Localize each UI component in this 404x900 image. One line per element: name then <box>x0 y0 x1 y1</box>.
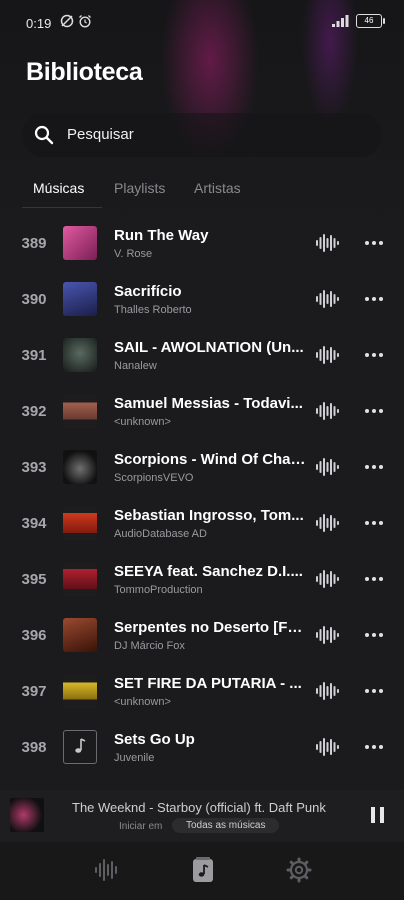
song-title: Sacrifício <box>114 283 182 300</box>
song-title: SEEYA feat. Sanchez D.I.... <box>114 563 303 580</box>
album-art-placeholder <box>63 730 97 764</box>
song-artist: Thalles Roberto <box>114 304 192 316</box>
song-row[interactable]: 391 SAIL - AWOLNATION (Un... Nanalew <box>0 327 404 383</box>
data-saver-icon <box>60 14 74 28</box>
album-art <box>63 450 97 484</box>
more-options-icon[interactable] <box>364 742 384 752</box>
more-options-icon[interactable] <box>364 406 384 416</box>
search-bar[interactable]: Pesquisar <box>22 113 382 157</box>
song-number: 395 <box>21 571 47 588</box>
song-row[interactable]: 394 Sebastian Ingrosso, Tom... AudioData… <box>0 495 404 551</box>
song-row[interactable]: 390 Sacrifício Thalles Roberto <box>0 271 404 327</box>
status-bar: 0:19 46 <box>0 0 404 44</box>
song-number: 397 <box>21 683 47 700</box>
music-note-icon <box>75 738 86 753</box>
now-playing-bar[interactable]: The Weeknd - Starboy (official) ft. Daft… <box>0 790 404 842</box>
battery-icon: 46 <box>356 14 385 28</box>
more-options-icon[interactable] <box>364 350 384 360</box>
song-title: Samuel Messias - Todavi... <box>114 395 303 412</box>
pause-icon[interactable] <box>368 804 388 826</box>
tab-artistas[interactable]: Artistas <box>194 180 241 196</box>
waveform-icon[interactable] <box>316 680 340 702</box>
song-number: 393 <box>21 459 47 476</box>
song-title: Serpentes no Deserto [Fer... <box>114 619 306 636</box>
song-number: 391 <box>21 347 47 364</box>
album-art <box>63 394 97 428</box>
song-number: 389 <box>21 235 47 252</box>
status-time: 0:19 <box>26 16 52 31</box>
song-artist: AudioDatabase AD <box>114 528 207 540</box>
more-options-icon[interactable] <box>364 518 384 528</box>
song-artist: <unknown> <box>114 416 171 428</box>
song-number: 398 <box>21 739 47 756</box>
song-title: SET FIRE DA PUTARIA - ... <box>114 675 302 692</box>
more-options-icon[interactable] <box>364 294 384 304</box>
song-row[interactable]: 398 Sets Go Up Juvenile <box>0 719 404 775</box>
page-title: Biblioteca <box>26 58 143 86</box>
album-art <box>63 562 97 596</box>
album-art <box>63 226 97 260</box>
song-title: Scorpions - Wind Of Chan... <box>114 451 306 468</box>
waveform-icon[interactable] <box>316 568 340 590</box>
album-art <box>63 674 97 708</box>
song-artist: Nanalew <box>114 360 157 372</box>
tab-divider <box>22 207 102 208</box>
waveform-icon[interactable] <box>316 736 340 758</box>
album-art <box>63 506 97 540</box>
waveform-icon[interactable] <box>316 624 340 646</box>
more-options-icon[interactable] <box>364 238 384 248</box>
album-art <box>63 338 97 372</box>
now-playing-subtitle: Iniciar em <box>119 821 163 832</box>
song-artist: TommoProduction <box>114 584 203 596</box>
song-number: 396 <box>21 627 47 644</box>
song-number: 392 <box>21 403 47 420</box>
more-options-icon[interactable] <box>364 686 384 696</box>
search-input[interactable]: Pesquisar <box>67 126 134 143</box>
song-title: Sebastian Ingrosso, Tom... <box>114 507 304 524</box>
alarm-icon <box>79 15 91 28</box>
song-row[interactable]: 395 SEEYA feat. Sanchez D.I.... TommoPro… <box>0 551 404 607</box>
waveform-icon[interactable] <box>316 456 340 478</box>
song-title: Run The Way <box>114 227 209 244</box>
song-list: 389 Run The Way V. Rose 390 Sacrifício T… <box>0 215 404 790</box>
song-number: 390 <box>21 291 47 308</box>
waveform-icon[interactable] <box>316 400 340 422</box>
now-playing-source[interactable]: Todas as músicas <box>172 818 280 833</box>
song-number: 394 <box>21 515 47 532</box>
album-art <box>63 282 97 316</box>
song-title: SAIL - AWOLNATION (Un... <box>114 339 304 356</box>
song-artist: Juvenile <box>114 752 155 764</box>
more-options-icon[interactable] <box>364 462 384 472</box>
song-title: Sets Go Up <box>114 731 195 748</box>
more-options-icon[interactable] <box>364 574 384 584</box>
song-row[interactable]: 389 Run The Way V. Rose <box>0 215 404 271</box>
waveform-icon[interactable] <box>316 288 340 310</box>
waveform-icon[interactable] <box>93 856 121 884</box>
waveform-icon[interactable] <box>316 344 340 366</box>
tab-playlists[interactable]: Playlists <box>114 180 165 196</box>
tab-musicas[interactable]: Músicas <box>33 180 84 196</box>
song-artist: DJ Márcio Fox <box>114 640 185 652</box>
waveform-icon[interactable] <box>316 232 340 254</box>
bottom-nav <box>0 842 404 900</box>
settings-icon[interactable] <box>285 856 313 884</box>
song-artist: <unknown> <box>114 696 171 708</box>
search-icon <box>34 125 54 145</box>
song-row[interactable]: 393 Scorpions - Wind Of Chan... Scorpion… <box>0 439 404 495</box>
now-playing-art <box>10 798 44 832</box>
song-row[interactable]: 396 Serpentes no Deserto [Fer... DJ Márc… <box>0 607 404 663</box>
now-playing-title: The Weeknd - Starboy (official) ft. Daft… <box>72 800 326 815</box>
signal-icon <box>332 15 349 27</box>
more-options-icon[interactable] <box>364 630 384 640</box>
status-right: 46 <box>332 14 385 28</box>
album-art <box>63 618 97 652</box>
song-row[interactable]: 397 SET FIRE DA PUTARIA - ... <unknown> <box>0 663 404 719</box>
song-row[interactable]: 392 Samuel Messias - Todavi... <unknown> <box>0 383 404 439</box>
waveform-icon[interactable] <box>316 512 340 534</box>
song-artist: ScorpionsVEVO <box>114 472 194 484</box>
status-left-icons <box>60 14 92 28</box>
music-library-icon[interactable] <box>189 856 217 884</box>
song-artist: V. Rose <box>114 248 153 260</box>
tab-bar: Músicas Playlists Artistas <box>0 172 404 208</box>
